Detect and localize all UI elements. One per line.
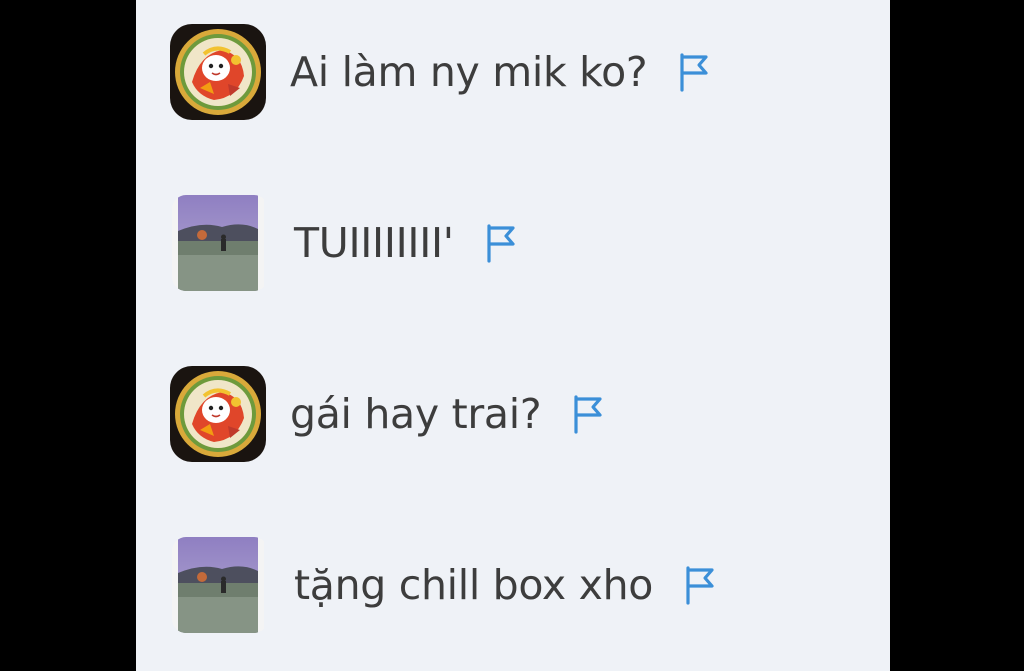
avatar-cartoon-icon[interactable] [170,24,266,120]
comment-item: gái hay trai? [170,364,605,464]
report-flag-icon[interactable] [677,52,711,92]
comments-panel: Ai làm ny mik ko? TUIIIIIIII' gái hay tr… [136,0,890,671]
comment-item: Ai làm ny mik ko? [170,22,711,122]
avatar-cartoon-graphic [170,24,266,120]
comment-text: gái hay trai? [290,390,542,438]
avatar-landscape-icon[interactable] [172,537,268,633]
comment-item: TUIIIIIIII' [170,193,518,293]
avatar-cartoon-graphic [170,366,266,462]
avatar-landscape-icon[interactable] [172,195,268,291]
report-flag-icon[interactable] [683,565,717,605]
avatar-landscape-graphic [172,537,264,633]
comment-text: tặng chill box xho [294,561,654,609]
report-flag-icon[interactable] [571,394,605,434]
avatar-landscape-graphic [172,195,264,291]
report-flag-icon[interactable] [484,223,518,263]
avatar-cartoon-icon[interactable] [170,366,266,462]
comment-text: Ai làm ny mik ko? [290,48,648,96]
comment-text: TUIIIIIIII' [294,219,454,267]
comment-item: tặng chill box xho [170,535,717,635]
